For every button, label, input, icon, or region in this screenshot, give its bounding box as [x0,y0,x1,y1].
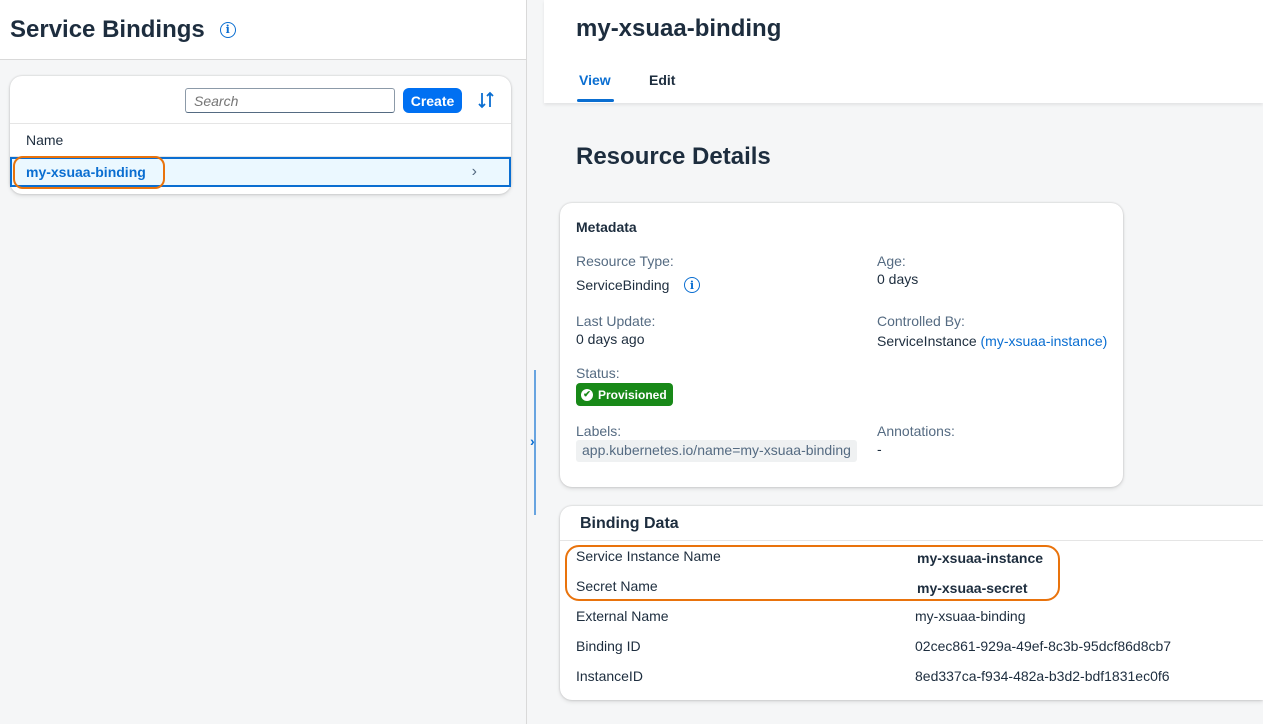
active-tab-indicator [577,99,614,102]
binding-data-card: Binding Data Service Instance Name my-xs… [560,506,1263,700]
page-title: Service Bindings [10,15,205,43]
controlled-by-value: ServiceInstance (my-xsuaa-instance) [877,333,1107,349]
list-pane: Service Bindings i Create Name my-xsuaa-… [0,0,527,724]
list-header: Service Bindings i [0,0,526,60]
binding-key-binding-id: Binding ID [576,638,641,654]
binding-value-service-instance-name[interactable]: my-xsuaa-instance [917,550,1043,566]
search-input[interactable] [185,88,395,113]
annotations-value: - [877,441,882,457]
binding-value-secret-name[interactable]: my-xsuaa-secret [917,580,1028,596]
column-header-name[interactable]: Name [10,124,511,157]
pane-splitter[interactable] [527,0,544,724]
binding-value-instance-id: 8ed337ca-f934-482a-b3d2-bdf1831ec0f6 [915,668,1170,684]
last-update-value: 0 days ago [576,331,645,347]
status-label: Status: [576,365,620,381]
chevron-right-icon[interactable]: › [530,433,535,449]
detail-header: my-xsuaa-binding View Edit [544,0,1263,103]
annotations-label: Annotations: [877,423,955,439]
labels-label: Labels: [576,423,622,439]
status-text: Provisioned [598,387,667,402]
check-icon: ✔ [581,388,593,401]
binding-key-instance-id: InstanceID [576,668,643,684]
binding-key-external-name: External Name [576,608,669,624]
age-label: Age: [877,253,906,269]
binding-value-external-name: my-xsuaa-binding [915,608,1026,624]
label-token: app.kubernetes.io/name=my-xsuaa-binding [576,440,857,462]
section-title: Resource Details [576,143,771,170]
card-title: Binding Data [580,515,679,532]
resource-type-label: Resource Type: [576,253,674,269]
info-icon[interactable]: i [684,277,700,293]
controlled-by-link[interactable]: (my-xsuaa-instance) [981,333,1108,349]
create-button[interactable]: Create [403,88,462,113]
last-update-label: Last Update: [576,313,656,329]
metadata-card: Metadata Resource Type: ServiceBinding i… [560,203,1123,487]
binding-value-binding-id: 02cec861-929a-49ef-8c3b-95dcf86d8cb7 [915,638,1172,654]
list-card: Create Name my-xsuaa-binding › [10,76,511,194]
card-title: Metadata [576,219,637,235]
divider [560,540,1263,541]
binding-key-service-instance-name: Service Instance Name [576,548,721,564]
list-item-name[interactable]: my-xsuaa-binding [26,164,146,180]
binding-key-secret-name: Secret Name [576,578,658,594]
info-icon[interactable]: i [219,21,236,38]
controlled-by-label: Controlled By: [877,313,965,329]
controlled-by-kind: ServiceInstance [877,333,977,349]
tab-view[interactable]: View [579,72,611,88]
detail-title: my-xsuaa-binding [576,15,782,42]
sort-icon[interactable] [476,90,496,110]
age-value: 0 days [877,271,919,287]
list-toolbar: Create [10,76,511,124]
list-item[interactable]: my-xsuaa-binding › [10,157,511,187]
status-badge: ✔ Provisioned [576,383,673,406]
tab-edit[interactable]: Edit [649,72,675,88]
resource-type-value: ServiceBinding [576,277,670,293]
chevron-right-icon: › [471,163,477,180]
